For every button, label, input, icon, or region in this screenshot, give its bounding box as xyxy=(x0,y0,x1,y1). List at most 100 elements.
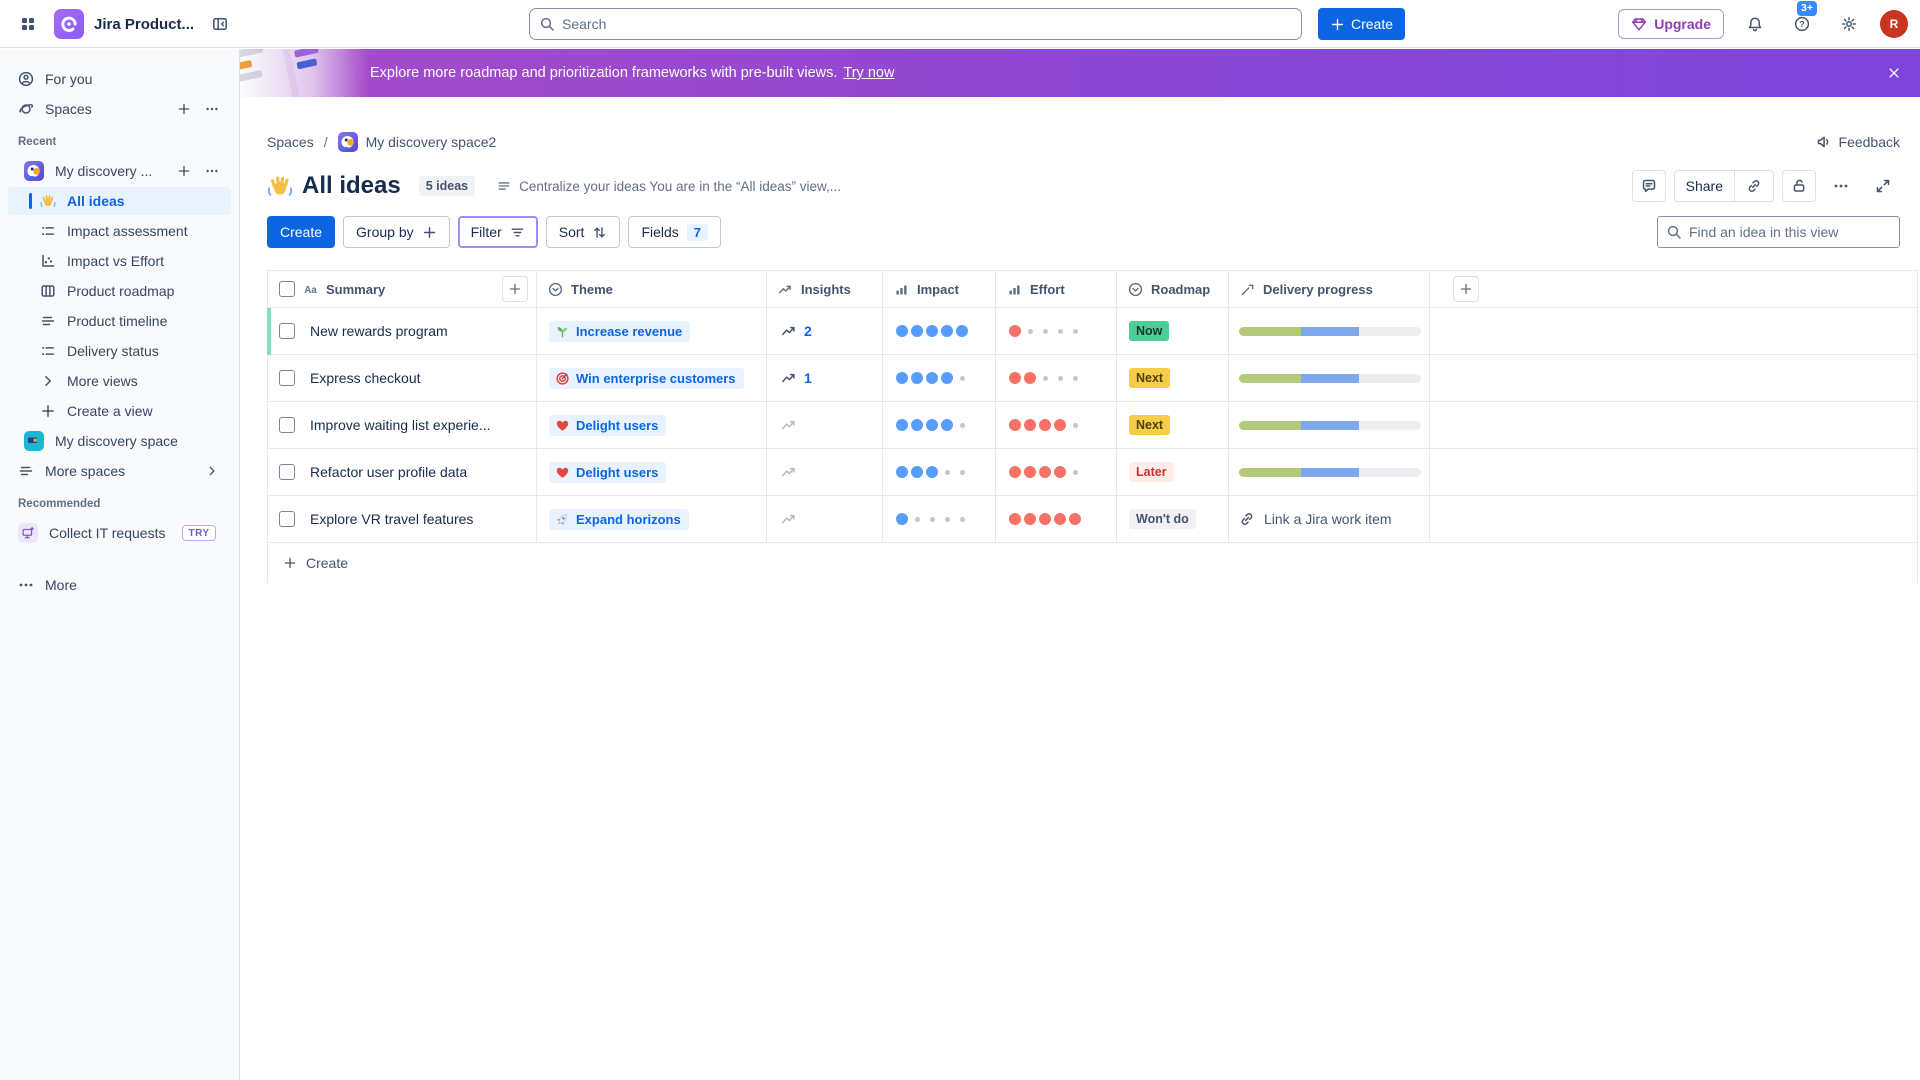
access-button[interactable] xyxy=(1782,170,1816,202)
roadmap-badge[interactable]: Later xyxy=(1129,462,1174,482)
add-view-icon[interactable] xyxy=(177,164,191,178)
banner-try-now-link[interactable]: Try now xyxy=(843,65,894,81)
sidebar-item-create-a-view[interactable]: Create a view xyxy=(8,397,231,425)
settings-button[interactable] xyxy=(1833,8,1865,40)
effort-cell[interactable] xyxy=(996,496,1117,543)
effort-cell[interactable] xyxy=(996,449,1117,496)
sidebar-view-all-ideas[interactable]: All ideas xyxy=(8,187,231,215)
sidebar-item-collect-it-requests[interactable]: Collect IT requests TRY xyxy=(8,519,231,547)
sidebar-view-impact-assessment[interactable]: Impact assessment xyxy=(8,217,231,245)
roadmap-badge[interactable]: Next xyxy=(1129,415,1170,435)
sidebar-view-delivery-status[interactable]: Delivery status xyxy=(8,337,231,365)
row-checkbox[interactable] xyxy=(279,464,295,480)
breadcrumb-spaces[interactable]: Spaces xyxy=(267,134,314,150)
filter-button[interactable]: Filter xyxy=(458,216,538,248)
upgrade-button[interactable]: Upgrade xyxy=(1618,9,1724,39)
summary-cell[interactable]: Express checkout xyxy=(268,355,537,402)
select-all-checkbox[interactable] xyxy=(279,281,295,297)
table-create-row[interactable]: Create xyxy=(268,543,1917,583)
banner-close-button[interactable] xyxy=(1882,61,1906,85)
fields-button[interactable]: Fields 7 xyxy=(628,216,721,248)
theme-chip[interactable]: Increase revenue xyxy=(549,321,690,342)
theme-cell[interactable]: Increase revenue xyxy=(537,308,767,355)
delivery-progress-cell[interactable] xyxy=(1229,449,1430,496)
column-header-summary[interactable]: Aa Summary xyxy=(268,270,537,308)
sidebar-view-product-timeline[interactable]: Product timeline xyxy=(8,307,231,335)
find-idea-input[interactable] xyxy=(1657,216,1900,248)
row-checkbox[interactable] xyxy=(279,323,295,339)
summary-cell[interactable]: New rewards program xyxy=(268,308,537,355)
summary-cell[interactable]: Refactor user profile data xyxy=(268,449,537,496)
add-column-button[interactable] xyxy=(1453,276,1479,302)
theme-cell[interactable]: Delight users xyxy=(537,402,767,449)
add-space-icon[interactable] xyxy=(177,102,191,116)
user-avatar[interactable]: R xyxy=(1880,10,1908,38)
roadmap-cell[interactable]: Next xyxy=(1117,402,1229,449)
summary-cell[interactable]: Improve waiting list experie... xyxy=(268,402,537,449)
impact-cell[interactable] xyxy=(883,308,996,355)
delivery-progress-cell[interactable] xyxy=(1229,308,1430,355)
sidebar-view-impact-vs-effort[interactable]: Impact vs Effort xyxy=(8,247,231,275)
roadmap-badge[interactable]: Won't do xyxy=(1129,509,1196,529)
column-header-roadmap[interactable]: Roadmap xyxy=(1117,270,1229,308)
sort-button[interactable]: Sort xyxy=(546,216,621,248)
insights-cell[interactable] xyxy=(767,449,883,496)
column-header-effort[interactable]: Effort xyxy=(996,270,1117,308)
summary-cell[interactable]: Explore VR travel features xyxy=(268,496,537,543)
notifications-button[interactable] xyxy=(1739,8,1771,40)
column-header-insights[interactable]: Insights xyxy=(767,270,883,308)
space-more-icon[interactable] xyxy=(205,164,219,178)
global-search-input[interactable] xyxy=(529,8,1302,40)
roadmap-cell[interactable]: Now xyxy=(1117,308,1229,355)
group-by-button[interactable]: Group by xyxy=(343,216,450,248)
sidebar-item-for-you[interactable]: For you xyxy=(8,65,231,93)
theme-chip[interactable]: Expand horizons xyxy=(549,509,689,530)
comments-button[interactable] xyxy=(1632,170,1666,202)
collapse-sidebar-button[interactable] xyxy=(204,8,236,40)
column-header-theme[interactable]: Theme xyxy=(537,270,767,308)
roadmap-badge[interactable]: Next xyxy=(1129,368,1170,388)
theme-chip[interactable]: Delight users xyxy=(549,462,666,483)
roadmap-cell[interactable]: Next xyxy=(1117,355,1229,402)
delivery-progress-cell[interactable] xyxy=(1229,355,1430,402)
sidebar-item-more[interactable]: More xyxy=(8,571,231,599)
roadmap-badge[interactable]: Now xyxy=(1129,321,1169,341)
impact-cell[interactable] xyxy=(883,402,996,449)
copy-link-button[interactable] xyxy=(1735,170,1773,202)
roadmap-cell[interactable]: Later xyxy=(1117,449,1229,496)
effort-cell[interactable] xyxy=(996,355,1117,402)
sidebar-space-my-discovery-space[interactable]: My discovery space xyxy=(8,427,231,455)
share-button[interactable]: Share xyxy=(1675,170,1734,202)
add-field-button[interactable] xyxy=(502,276,528,302)
sidebar-space-my-discovery[interactable]: My discovery ... xyxy=(8,157,231,185)
row-checkbox[interactable] xyxy=(279,370,295,386)
breadcrumb-current-space[interactable]: My discovery space2 xyxy=(338,132,497,152)
sidebar-item-more-views[interactable]: More views xyxy=(8,367,231,395)
fullscreen-button[interactable] xyxy=(1866,170,1900,202)
column-header-delivery-progress[interactable]: Delivery progress xyxy=(1229,270,1430,308)
jira-product-discovery-logo[interactable] xyxy=(54,9,84,39)
view-more-actions-button[interactable] xyxy=(1824,170,1858,202)
insights-cell[interactable]: 2 xyxy=(767,308,883,355)
create-idea-button[interactable]: Create xyxy=(267,216,335,248)
row-checkbox[interactable] xyxy=(279,511,295,527)
sidebar-item-spaces[interactable]: Spaces xyxy=(8,95,231,123)
effort-cell[interactable] xyxy=(996,402,1117,449)
theme-cell[interactable]: Delight users xyxy=(537,449,767,496)
insights-cell[interactable]: 1 xyxy=(767,355,883,402)
spaces-more-icon[interactable] xyxy=(205,102,219,116)
insights-cell[interactable] xyxy=(767,496,883,543)
theme-cell[interactable]: Win enterprise customers xyxy=(537,355,767,402)
view-description[interactable]: Centralize your ideas You are in the “Al… xyxy=(497,179,841,194)
effort-cell[interactable] xyxy=(996,308,1117,355)
app-switcher-button[interactable] xyxy=(12,8,44,40)
theme-chip[interactable]: Win enterprise customers xyxy=(549,368,744,389)
impact-cell[interactable] xyxy=(883,449,996,496)
roadmap-cell[interactable]: Won't do xyxy=(1117,496,1229,543)
delivery-progress-cell[interactable]: Link a Jira work item xyxy=(1229,496,1430,543)
sidebar-view-product-roadmap[interactable]: Product roadmap xyxy=(8,277,231,305)
theme-chip[interactable]: Delight users xyxy=(549,415,666,436)
insights-cell[interactable] xyxy=(767,402,883,449)
feedback-button[interactable]: Feedback xyxy=(1816,134,1900,150)
impact-cell[interactable] xyxy=(883,496,996,543)
